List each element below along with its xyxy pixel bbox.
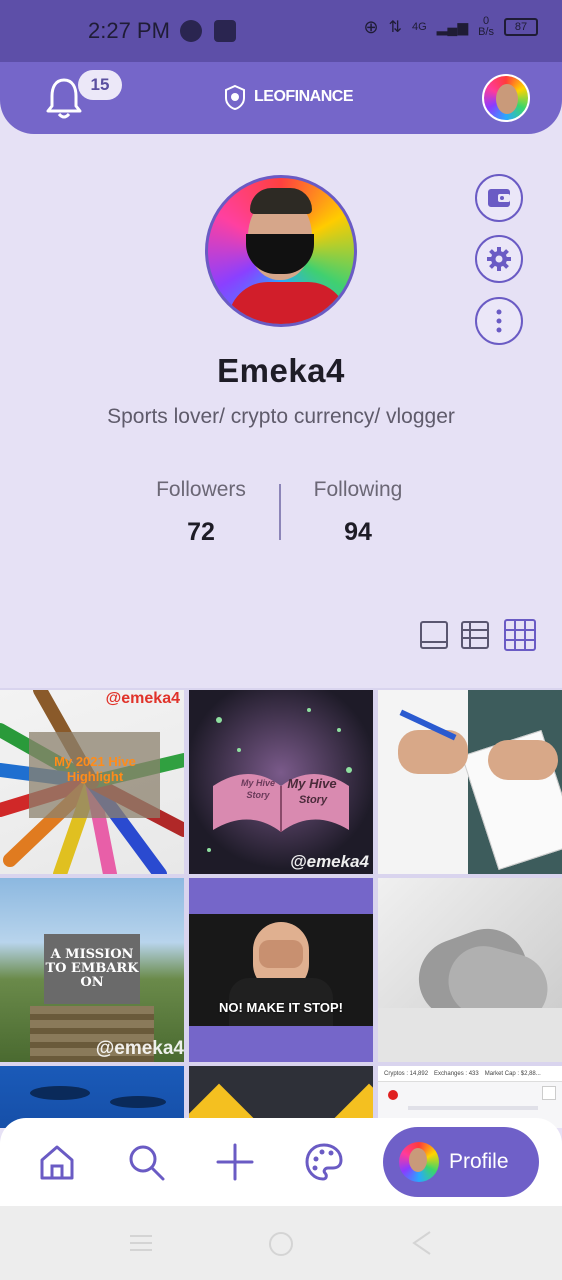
wallet-button[interactable] [475,174,523,222]
post-caption: NO! MAKE IT STOP! [219,1000,343,1015]
post-thumbnail[interactable]: My 2021 Hive Highlight @emeka4 [0,690,184,874]
post-watermark: @emeka4 [105,690,180,707]
brand-logo: LEOFINANCE [222,84,354,110]
settings-icon [487,247,511,271]
avatar [399,1142,439,1182]
notification-badge: 15 [78,70,122,100]
header-avatar[interactable] [482,74,530,122]
post-subtitle: Story [298,794,328,806]
following-label: Following [313,478,403,501]
settings-button[interactable] [475,235,523,283]
brand-name: LEOFINANCE [254,88,354,105]
post-thumbnail[interactable]: NO! MAKE IT STOP! [189,878,373,1062]
post-thumbnail[interactable]: My Hive Story My Hive Story @emeka4 [189,690,373,874]
post-title: My 2021 Hive Highlight [54,754,136,784]
system-nav-bar [0,1206,562,1280]
post-thumbnail[interactable] [378,690,562,874]
status-bar: 2:27 PM ⊕ ⇅ 4G ▂▄▆ 0 B/s 87 [0,0,562,62]
following-stat[interactable]: Following 94 [278,478,438,547]
signal-icon: ▂▄▆ [436,18,469,35]
battery-icon: 87 [504,18,538,36]
data-rate-unit: B/s [478,26,494,38]
post-thumbnail[interactable]: A MISSION TO EMBARK ON @emeka4 [0,878,184,1062]
post-thumbnail[interactable] [378,878,562,1062]
grid-view-icon[interactable] [503,618,537,652]
followers-label: Followers [156,478,246,501]
search-icon[interactable] [126,1142,166,1182]
signal-label: 4G [411,21,427,33]
leo-logo-icon [225,84,245,110]
post-watermark: @emeka4 [95,1038,184,1059]
bio: Sports lover/ crypto currency/ vlogger [107,405,455,428]
username: Emeka4 [217,352,345,389]
recents-icon[interactable] [128,1230,154,1256]
app-header: 15 LEOFINANCE [0,62,562,134]
palette-icon[interactable] [304,1142,344,1182]
strip-item: Market Cap : $2,88... [484,1070,541,1077]
list-view-icon[interactable] [460,620,490,650]
data-rate: 0 B/s [478,16,494,38]
home-circle-icon[interactable] [267,1230,295,1258]
followers-count: 72 [187,518,215,546]
book-text-left: My Hive [240,778,275,788]
profile-avatar[interactable] [205,175,357,327]
back-icon[interactable] [410,1230,434,1256]
strip-item: Cryptos : 14,892 [384,1070,429,1077]
data-arrows-icon: ⇅ [388,19,402,36]
add-icon[interactable] [215,1142,255,1182]
post-title: My Hive [287,776,337,791]
post-grid: My 2021 Hive Highlight @emeka4 My Hive S… [0,688,562,1128]
post-watermark: @emeka4 [290,852,369,871]
single-view-icon[interactable] [419,620,449,650]
home-icon[interactable] [37,1142,77,1182]
book-text-left-2: Story [246,790,270,800]
app-icon [214,20,236,42]
followers-stat[interactable]: Followers 72 [121,478,281,547]
following-count: 94 [344,518,372,546]
profile-tab[interactable]: Profile [383,1127,539,1197]
more-options-icon [496,309,502,333]
strip-item: Exchanges : 433 [434,1070,479,1077]
crypto-stats-strip: Cryptos : 14,892 Exchanges : 433 Market … [378,1066,562,1082]
music-icon [180,20,202,42]
alarm-icon: ⊕ [363,16,379,37]
status-time: 2:27 PM [88,18,170,43]
wallet-icon [488,189,510,207]
bottom-nav: Profile [0,1118,562,1206]
profile-tab-label: Profile [449,1150,509,1173]
post-title: A MISSION TO EMBARK ON [45,947,139,990]
more-options-button[interactable] [475,297,523,345]
